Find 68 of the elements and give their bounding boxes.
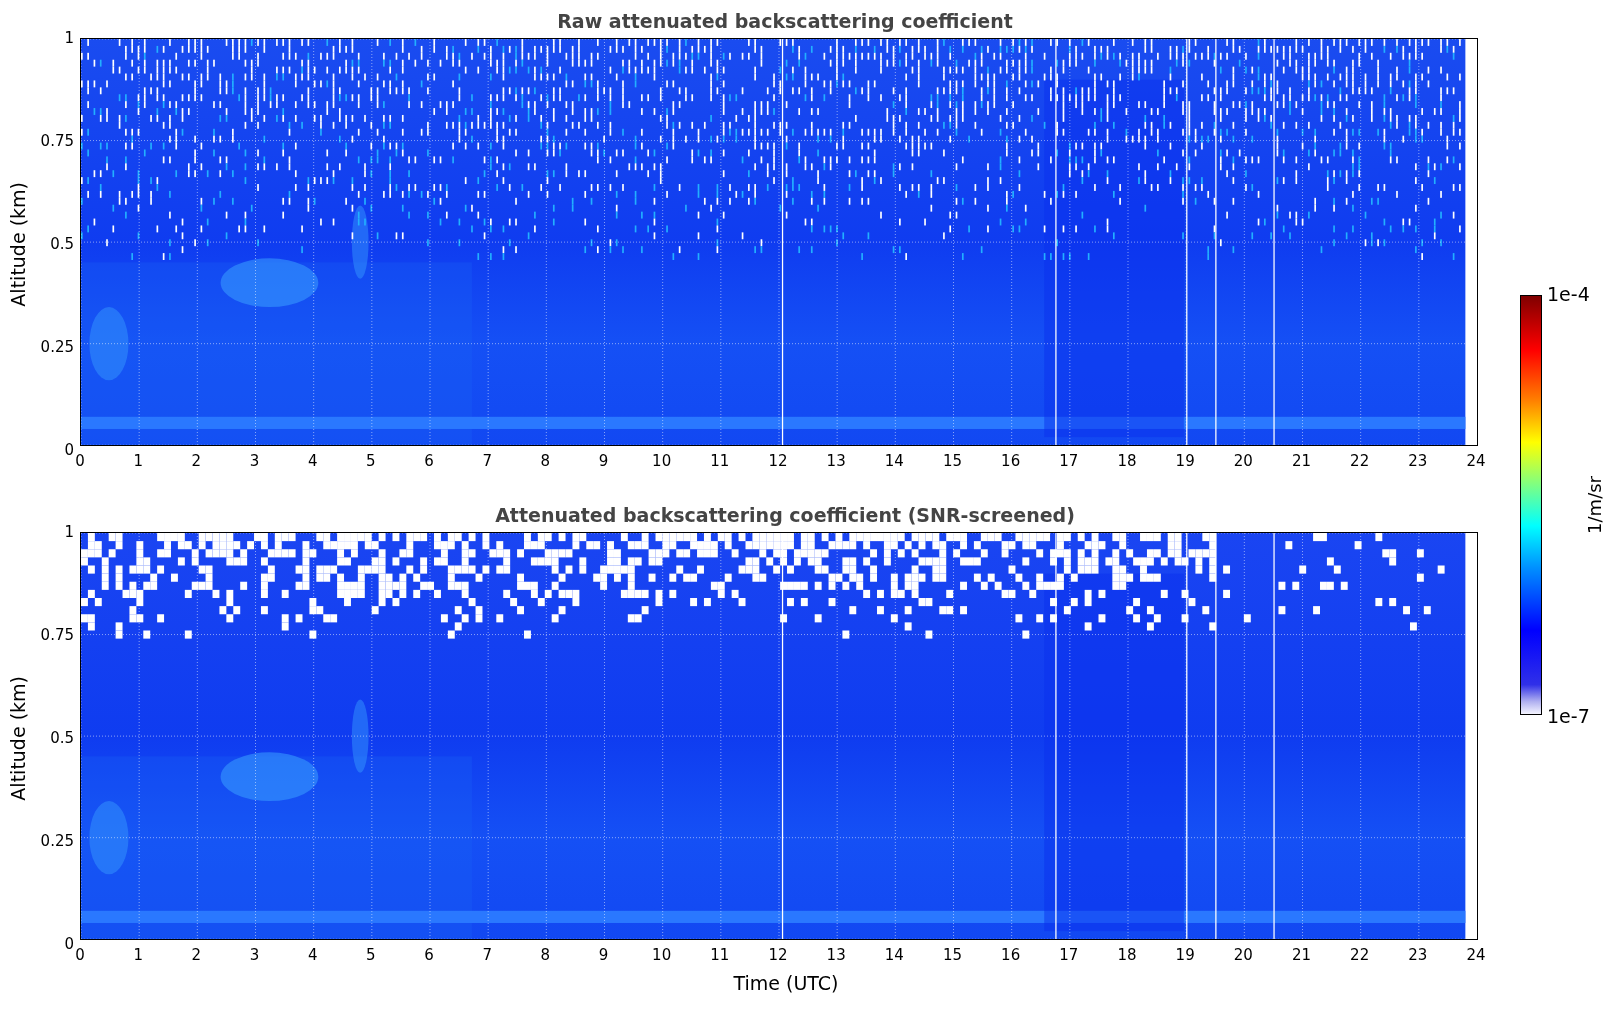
x-tick-label: 18: [1117, 452, 1137, 471]
x-tick-label: 13: [826, 452, 846, 471]
x-tick-label: 4: [307, 946, 318, 965]
x-tick-label: 0: [75, 946, 85, 965]
x-tick-label: 23: [1408, 946, 1428, 965]
y-axis-label: Altitude (km): [7, 675, 29, 801]
y-axis-label: Altitude (km): [7, 181, 29, 307]
x-tick-label: 2: [191, 946, 202, 965]
x-tick-label: 3: [249, 946, 260, 965]
colorbar-min-label: 1e-7: [1547, 705, 1590, 727]
x-tick-label: 19: [1175, 452, 1195, 471]
y-tick-label: 0.25: [40, 338, 74, 356]
x-tick-label: 16: [1001, 946, 1021, 965]
x-tick-label: 3: [249, 452, 260, 471]
x-tick-label: 0: [75, 452, 85, 471]
x-tick-label: 21: [1291, 946, 1312, 965]
y-tick-label: 0.5: [50, 235, 74, 253]
x-tick-label: 18: [1117, 946, 1137, 965]
y-tick-label: 0.75: [40, 626, 74, 644]
x-tick-label: 15: [942, 452, 963, 471]
colorbar-max-label: 1e-4: [1547, 283, 1590, 305]
y-tick-label: 0: [64, 935, 74, 953]
x-tick-label: 17: [1059, 946, 1079, 965]
x-tick-label: 7: [482, 452, 492, 471]
x-tick-label: 5: [366, 452, 376, 471]
x-tick-label: 2: [191, 452, 202, 471]
x-tick-label: 24: [1466, 946, 1486, 965]
x-tick-label: 14: [884, 946, 904, 965]
y-tick-label: 1: [64, 523, 74, 541]
x-tick-label: 23: [1408, 452, 1428, 471]
x-tick-label: 17: [1059, 452, 1079, 471]
x-tick-label: 14: [884, 452, 904, 471]
x-tick-label: 10: [652, 452, 672, 471]
x-tick-label: 1: [133, 946, 143, 965]
x-tick-label: 12: [768, 946, 788, 965]
x-tick-label: 15: [942, 946, 963, 965]
x-tick-label: 8: [540, 452, 551, 471]
x-tick-label: 1: [133, 452, 143, 471]
x-tick-label: 22: [1350, 946, 1370, 965]
x-tick-label: 24: [1466, 452, 1486, 471]
x-tick-label: 11: [710, 452, 730, 471]
x-tick-label: 20: [1233, 946, 1253, 965]
y-tick-label: 0: [64, 441, 74, 459]
x-tick-label: 11: [710, 946, 730, 965]
y-tick-label: 0.5: [50, 729, 74, 747]
x-tick-label: 6: [424, 946, 434, 965]
y-tick-label: 1: [64, 29, 74, 47]
x-axis-label: Time (UTC): [733, 972, 839, 994]
x-tick-label: 16: [1001, 452, 1021, 471]
chart-title: Attenuated backscattering coefficient (SNR-screened): [495, 503, 1075, 528]
chart-title: Raw attenuated backscattering coefficient: [557, 9, 1013, 34]
x-tick-label: 9: [598, 946, 609, 965]
x-tick-label: 5: [366, 946, 376, 965]
colorbar-label: 1/m/sr: [1583, 476, 1605, 534]
x-tick-label: 6: [424, 452, 434, 471]
x-tick-label: 8: [540, 946, 551, 965]
x-tick-label: 22: [1350, 452, 1370, 471]
y-tick-label: 0.75: [40, 132, 74, 150]
x-tick-label: 13: [826, 946, 846, 965]
x-tick-label: 10: [652, 946, 672, 965]
x-tick-label: 4: [307, 452, 318, 471]
x-tick-label: 7: [482, 946, 492, 965]
x-tick-label: 19: [1175, 946, 1195, 965]
x-tick-label: 21: [1291, 452, 1312, 471]
x-tick-label: 12: [768, 452, 788, 471]
x-tick-label: 9: [598, 452, 609, 471]
x-tick-label: 20: [1233, 452, 1253, 471]
y-tick-label: 0.25: [40, 832, 74, 850]
